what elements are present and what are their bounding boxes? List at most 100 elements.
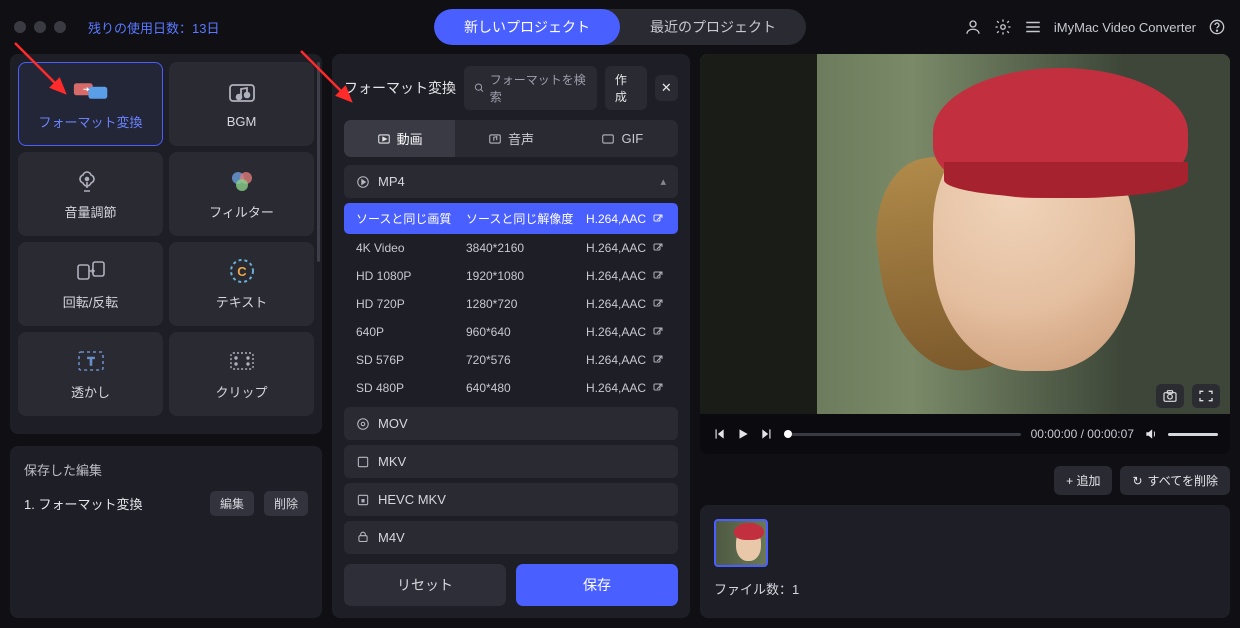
refresh-icon: ↻ (1132, 474, 1142, 488)
preview-frame (700, 54, 1230, 414)
hevc-mkv-label: HEVC MKV (378, 492, 446, 507)
tool-watermark[interactable]: T 透かし (18, 332, 163, 416)
preset-codec: H.264,AAC (586, 269, 646, 283)
tool-text-label: テキスト (216, 292, 268, 311)
tab-audio-label: 音声 (508, 129, 534, 148)
format-preset-row[interactable]: HD 1080P1920*1080H.264,AAC (344, 262, 678, 290)
tab-gif-label: GIF (621, 131, 643, 146)
tool-filter[interactable]: フィルター (169, 152, 314, 236)
saved-edit-button[interactable]: 編集 (210, 491, 254, 516)
format-type-tabs: 動画 音声 GIF (344, 120, 678, 157)
file-thumbnails: ファイル数：1 (700, 505, 1230, 618)
format-preset-row[interactable]: SD 480P640*480H.264,AAC (344, 374, 678, 402)
menu-icon[interactable] (1024, 18, 1042, 36)
format-group-mkv[interactable]: MKV (344, 445, 678, 478)
format-group-mp4[interactable]: MP4 ▴ (344, 165, 678, 198)
chevron-up-icon: ▴ (660, 175, 666, 188)
gif-icon (601, 132, 615, 146)
tool-format-convert[interactable]: フォーマット変換 (18, 62, 163, 146)
tab-gif[interactable]: GIF (567, 120, 678, 157)
m4v-label: M4V (378, 530, 405, 545)
format-preset-row[interactable]: ソースと同じ画質ソースと同じ解像度H.264,AAC (344, 203, 678, 234)
tool-scrollbar[interactable] (317, 62, 320, 262)
format-group-mov[interactable]: MOV (344, 407, 678, 440)
search-placeholder: フォーマットを検索 (490, 71, 587, 105)
next-button[interactable] (760, 427, 774, 441)
format-preset-row[interactable]: 4K Video3840*2160H.264,AAC (344, 234, 678, 262)
format-search[interactable]: フォーマットを検索 (464, 66, 597, 110)
format-preset-row[interactable]: HD 720P1280*720H.264,AAC (344, 290, 678, 318)
tool-rotate-label: 回転/反転 (63, 292, 119, 311)
player-controls: 00:00:00 / 00:00:07 (700, 414, 1230, 454)
saved-edits-title: 保存した編集 (24, 460, 308, 479)
mkv-label: MKV (378, 454, 406, 469)
format-group-m4v[interactable]: M4V (344, 521, 678, 554)
bgm-icon (224, 80, 260, 106)
prev-button[interactable] (712, 427, 726, 441)
external-link-icon[interactable] (652, 242, 666, 254)
file-count-label: ファイル数：1 (714, 579, 1216, 598)
external-link-icon[interactable] (652, 213, 666, 225)
format-panel: フォーマット変換 フォーマットを検索 作成 ✕ 動画 音声 GIF (332, 54, 690, 618)
settings-icon[interactable] (994, 18, 1012, 36)
preset-codec: H.264,AAC (586, 325, 646, 339)
external-link-icon[interactable] (652, 298, 666, 310)
time-display: 00:00:00 / 00:00:07 (1031, 427, 1134, 441)
mkv-icon (356, 455, 370, 469)
external-link-icon[interactable] (652, 354, 666, 366)
format-panel-title: フォーマット変換 (344, 78, 456, 98)
save-button[interactable]: 保存 (516, 564, 678, 606)
format-convert-icon (73, 78, 109, 104)
tool-volume-label: 音量調節 (64, 202, 116, 221)
tool-rotate[interactable]: 回転/反転 (18, 242, 163, 326)
m4v-icon (356, 531, 370, 545)
topbar-right: iMyMac Video Converter (964, 18, 1226, 36)
text-icon: C (224, 258, 260, 284)
traffic-min[interactable] (34, 21, 46, 33)
preset-resolution: 1920*1080 (466, 269, 586, 283)
mp4-preset-rows: ソースと同じ画質ソースと同じ解像度H.264,AAC4K Video3840*2… (344, 203, 678, 402)
preset-quality: 4K Video (356, 241, 466, 255)
play-button[interactable] (736, 427, 750, 441)
tab-audio[interactable]: 音声 (455, 120, 566, 157)
file-thumbnail[interactable] (714, 519, 768, 567)
rotate-icon (73, 258, 109, 284)
close-panel-button[interactable]: ✕ (655, 75, 678, 101)
volume-icon[interactable] (1144, 427, 1158, 441)
external-link-icon[interactable] (652, 326, 666, 338)
progress-bar[interactable] (784, 433, 1021, 436)
saved-delete-button[interactable]: 削除 (264, 491, 308, 516)
tool-bgm-label: BGM (227, 114, 257, 129)
help-icon[interactable] (1208, 18, 1226, 36)
user-icon[interactable] (964, 18, 982, 36)
format-preset-row[interactable]: SD 576P720*576H.264,AAC (344, 346, 678, 374)
external-link-icon[interactable] (652, 270, 666, 282)
volume-slider[interactable] (1168, 433, 1218, 436)
reset-button[interactable]: リセット (344, 564, 506, 606)
traffic-close[interactable] (14, 21, 26, 33)
preset-resolution: 960*640 (466, 325, 586, 339)
delete-all-button[interactable]: ↻ すべてを削除 (1120, 466, 1230, 495)
trial-days-label: 残りの使用日数：13日 (88, 18, 219, 37)
fullscreen-button[interactable] (1192, 384, 1220, 408)
mov-label: MOV (378, 416, 408, 431)
tab-video[interactable]: 動画 (344, 120, 455, 157)
add-file-button[interactable]: + 追加 (1054, 466, 1112, 495)
format-group-hevc-mkv[interactable]: H HEVC MKV (344, 483, 678, 516)
mp4-icon (356, 175, 370, 189)
tool-clip[interactable]: クリップ (169, 332, 314, 416)
tab-video-label: 動画 (397, 129, 423, 148)
format-preset-row[interactable]: 640P960*640H.264,AAC (344, 318, 678, 346)
tab-new-project[interactable]: 新しいプロジェクト (434, 9, 620, 45)
video-icon (377, 132, 391, 146)
external-link-icon[interactable] (652, 382, 666, 394)
preset-quality: ソースと同じ画質 (356, 210, 466, 227)
tool-volume[interactable]: 音量調節 (18, 152, 163, 236)
tab-recent-project[interactable]: 最近のプロジェクト (620, 9, 806, 45)
tool-text[interactable]: C テキスト (169, 242, 314, 326)
create-format-button[interactable]: 作成 (605, 66, 647, 110)
snapshot-button[interactable] (1156, 384, 1184, 408)
tool-bgm[interactable]: BGM (169, 62, 314, 146)
audio-icon (488, 132, 502, 146)
traffic-max[interactable] (54, 21, 66, 33)
